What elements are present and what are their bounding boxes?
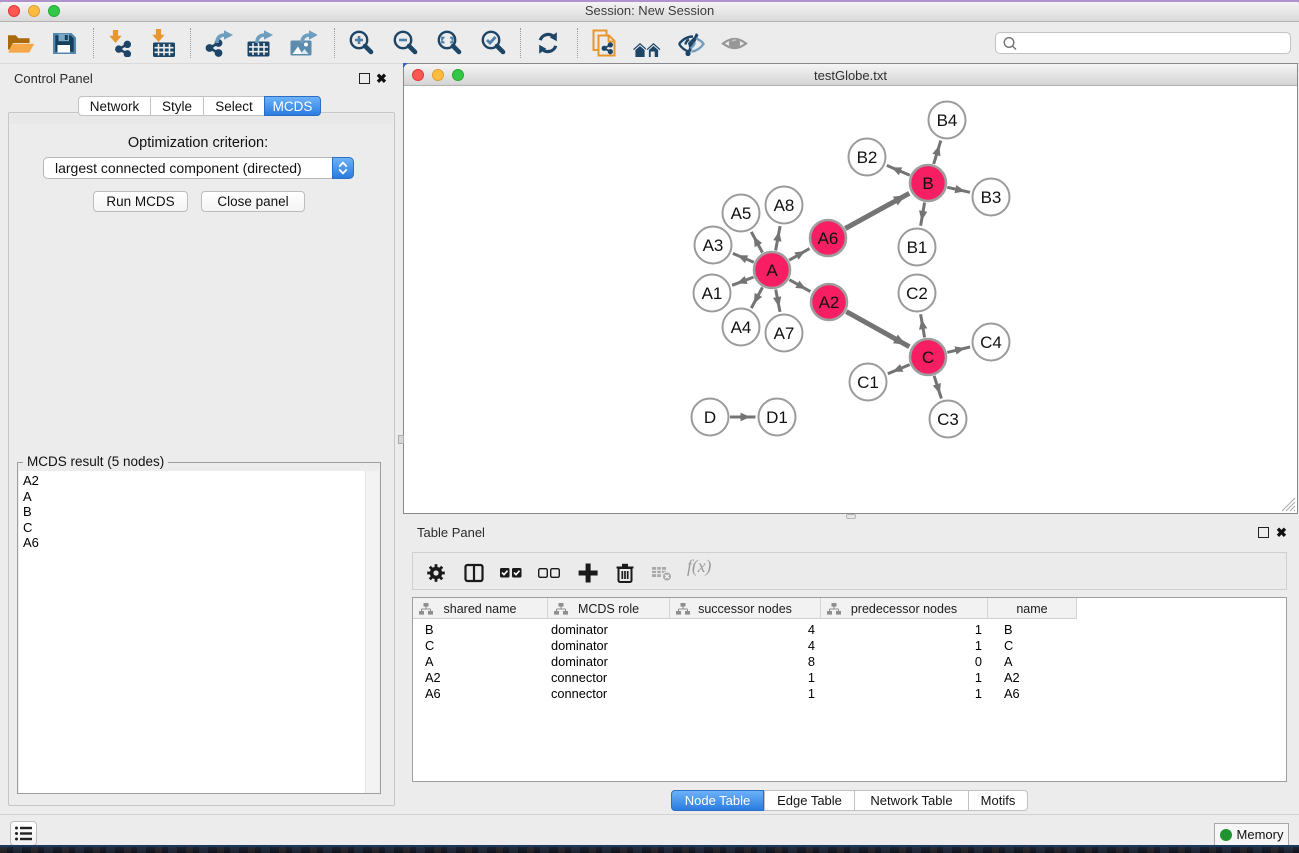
- svg-text:B1: B1: [907, 238, 928, 257]
- svg-text:A8: A8: [774, 196, 795, 215]
- svg-text:A7: A7: [774, 324, 795, 343]
- svg-text:B2: B2: [857, 148, 878, 167]
- svg-text:D: D: [704, 408, 716, 427]
- svg-text:A5: A5: [731, 204, 752, 223]
- svg-text:C4: C4: [980, 333, 1002, 352]
- svg-text:B3: B3: [981, 188, 1002, 207]
- svg-text:A6: A6: [818, 229, 839, 248]
- svg-text:C3: C3: [937, 410, 959, 429]
- svg-text:A: A: [766, 261, 778, 280]
- svg-text:C2: C2: [906, 284, 928, 303]
- svg-text:A2: A2: [819, 293, 840, 312]
- svg-text:C1: C1: [857, 373, 879, 392]
- svg-text:C: C: [922, 348, 934, 367]
- svg-text:A1: A1: [702, 284, 723, 303]
- svg-text:A4: A4: [731, 318, 752, 337]
- svg-text:B: B: [922, 174, 933, 193]
- svg-text:B4: B4: [937, 111, 958, 130]
- svg-text:D1: D1: [766, 408, 788, 427]
- svg-text:A3: A3: [703, 236, 724, 255]
